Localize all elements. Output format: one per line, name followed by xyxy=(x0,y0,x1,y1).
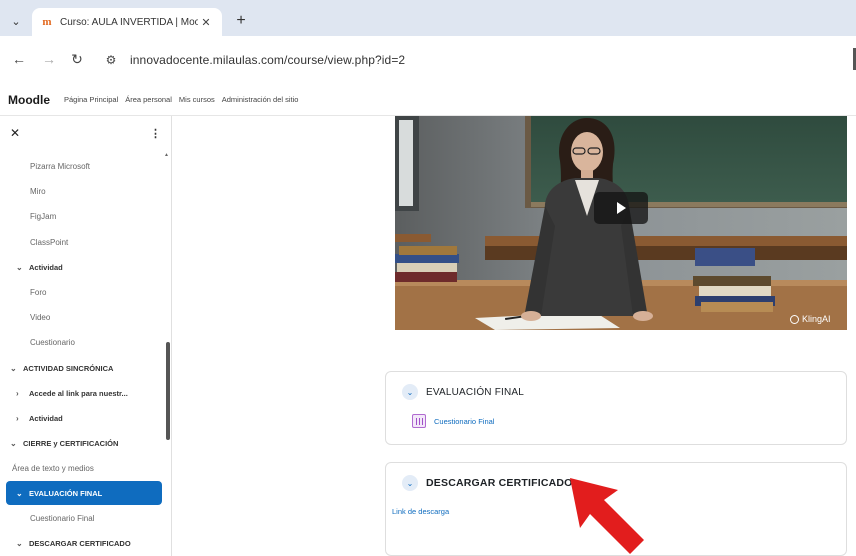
section-title: DESCARGAR CERTIFICADO xyxy=(426,477,573,489)
browser-toolbar: ← → ↻ ⚙ innovadocente.milaulas.com/cours… xyxy=(0,36,856,84)
tab-search-chevron-icon[interactable]: ⌄ xyxy=(4,10,28,32)
index-item-video[interactable]: Video xyxy=(0,305,168,330)
reload-icon[interactable]: ↻ xyxy=(66,48,88,70)
chevron-right-icon: › xyxy=(16,413,19,423)
chevron-down-icon: ⌄ xyxy=(16,262,23,272)
course-index-list: Pizarra Microsoft Miro FigJam ClassPoint… xyxy=(0,154,168,556)
nav-link-my-courses[interactable]: Mis cursos xyxy=(179,95,215,104)
index-subsection-evaluacion-active[interactable]: ⌄ EVALUACIÓN FINAL xyxy=(6,481,162,506)
index-subsection-label: Accede al link para nuestr... xyxy=(29,388,128,398)
browser-tab-bar: ⌄ m Curso: AULA INVERTIDA | Moo ✕ + xyxy=(0,0,856,36)
chevron-down-icon: ⌄ xyxy=(10,363,17,373)
close-drawer-icon[interactable]: ✕ xyxy=(10,126,20,140)
play-button[interactable] xyxy=(594,192,648,224)
chevron-down-icon: ⌄ xyxy=(16,538,23,548)
nav-link-site-admin[interactable]: Administración del sitio xyxy=(222,95,299,104)
red-arrow-annotation xyxy=(570,478,644,554)
moodle-favicon-icon: m xyxy=(42,16,52,28)
download-link[interactable]: Link de descarga xyxy=(392,507,449,516)
address-bar[interactable]: ⚙ innovadocente.milaulas.com/course/view… xyxy=(98,46,856,74)
index-item-cuestionario-final[interactable]: Cuestionario Final xyxy=(0,505,168,530)
chevron-down-icon: ⌄ xyxy=(10,439,17,449)
index-subsection-label: DESCARGAR CERTIFICADO xyxy=(29,538,131,548)
play-icon xyxy=(616,202,626,214)
section-evaluacion-final: ⌄ EVALUACIÓN FINAL Cuestionario Final xyxy=(385,371,847,445)
chevron-down-icon: ⌄ xyxy=(16,488,23,498)
video-watermark: KlingAI xyxy=(790,314,831,324)
quiz-icon xyxy=(412,414,426,428)
scroll-up-arrow-icon[interactable]: ▲ xyxy=(164,152,169,158)
index-section-label: CIERRE y CERTIFICACIÓN xyxy=(23,439,119,449)
index-item-miro[interactable]: Miro xyxy=(0,179,168,204)
section-title: EVALUACIÓN FINAL xyxy=(426,386,525,398)
index-item-pizarra[interactable]: Pizarra Microsoft xyxy=(0,154,168,179)
drawer-scrollbar-thumb[interactable] xyxy=(166,342,170,440)
new-tab-plus-icon[interactable]: + xyxy=(230,10,252,32)
index-item-classpoint[interactable]: ClassPoint xyxy=(0,230,168,255)
index-section-label: ACTIVIDAD SINCRÓNICA xyxy=(23,363,114,373)
index-item-figjam[interactable]: FigJam xyxy=(0,204,168,229)
close-tab-icon[interactable]: ✕ xyxy=(198,16,214,29)
section-header[interactable]: ⌄ EVALUACIÓN FINAL xyxy=(402,384,524,400)
index-item-foro[interactable]: Foro xyxy=(0,280,168,305)
forward-arrow-icon[interactable]: → xyxy=(38,48,60,70)
moodle-navbar: Moodle Página Principal Área personal Mi… xyxy=(0,84,856,116)
index-item-area-texto[interactable]: Área de texto y medios xyxy=(0,456,168,481)
kebab-menu-icon[interactable]: ⋮ xyxy=(150,127,161,140)
back-arrow-icon[interactable]: ← xyxy=(8,48,30,70)
course-index-drawer: ✕ ⋮ Pizarra Microsoft Miro FigJam ClassP… xyxy=(0,116,172,556)
activity-link[interactable]: Cuestionario Final xyxy=(434,417,494,426)
moodle-brand[interactable]: Moodle xyxy=(8,93,50,107)
index-subsection-actividad-2[interactable]: › Actividad xyxy=(0,406,168,431)
watermark-text: KlingAI xyxy=(802,314,831,324)
section-header[interactable]: ⌄ DESCARGAR CERTIFICADO xyxy=(402,475,573,491)
nav-link-dashboard[interactable]: Área personal xyxy=(125,95,172,104)
site-settings-icon[interactable]: ⚙ xyxy=(102,51,120,69)
index-subsection-label: Actividad xyxy=(29,262,63,272)
drawer-header: ✕ ⋮ xyxy=(0,116,171,150)
chevron-down-icon[interactable]: ⌄ xyxy=(402,475,418,491)
index-subsection-accede[interactable]: › Accede al link para nuestr... xyxy=(0,381,168,406)
index-subsection-label: EVALUACIÓN FINAL xyxy=(29,488,103,498)
klingai-logo-icon xyxy=(790,314,799,324)
index-item-cuestionario[interactable]: Cuestionario xyxy=(0,330,168,355)
index-section-cierre[interactable]: ⌄ CIERRE y CERTIFICACIÓN xyxy=(0,431,168,456)
index-section-sincronica[interactable]: ⌄ ACTIVIDAD SINCRÓNICA xyxy=(0,356,168,381)
browser-tab[interactable]: m Curso: AULA INVERTIDA | Moo ✕ xyxy=(32,8,222,36)
chevron-down-icon[interactable]: ⌄ xyxy=(402,384,418,400)
url-text: innovadocente.milaulas.com/course/view.p… xyxy=(130,53,406,67)
tab-title: Curso: AULA INVERTIDA | Moo xyxy=(60,16,198,28)
nav-link-home[interactable]: Página Principal xyxy=(64,95,118,104)
activity-cuestionario-final[interactable]: Cuestionario Final xyxy=(412,414,494,428)
index-subsection-label: Actividad xyxy=(29,413,63,423)
index-subsection-descargar[interactable]: ⌄ DESCARGAR CERTIFICADO xyxy=(0,531,168,556)
index-subsection-actividad[interactable]: ⌄ Actividad xyxy=(0,255,168,280)
chevron-right-icon: › xyxy=(16,388,19,398)
